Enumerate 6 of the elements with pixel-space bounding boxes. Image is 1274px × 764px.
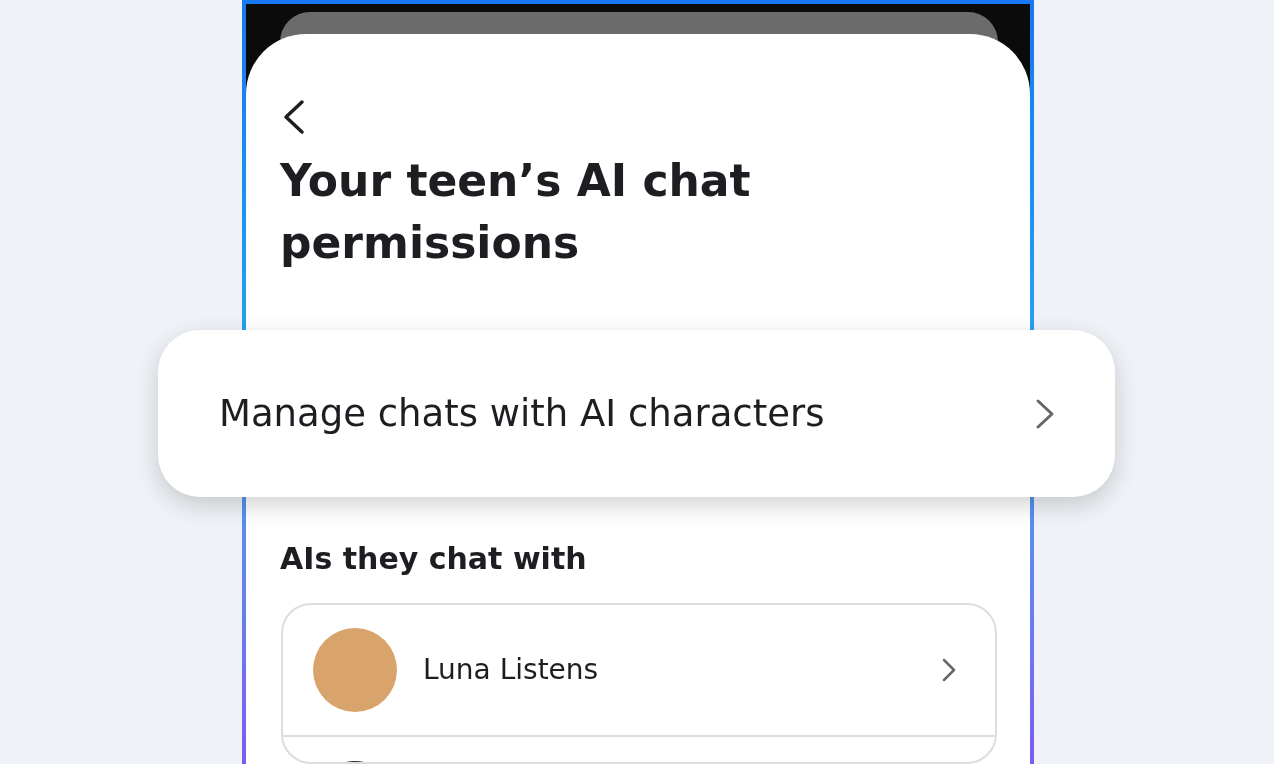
chevron-icon xyxy=(1035,397,1055,430)
section-heading: AIs they chat with xyxy=(280,540,587,578)
ai-character-row[interactable]: Luna Listens xyxy=(283,605,995,737)
chevron-icon xyxy=(941,657,957,683)
page-title: Your teen’s AI chat permissions xyxy=(280,154,752,270)
manage-chats-row[interactable]: Manage chats with AI characters xyxy=(158,330,1115,497)
